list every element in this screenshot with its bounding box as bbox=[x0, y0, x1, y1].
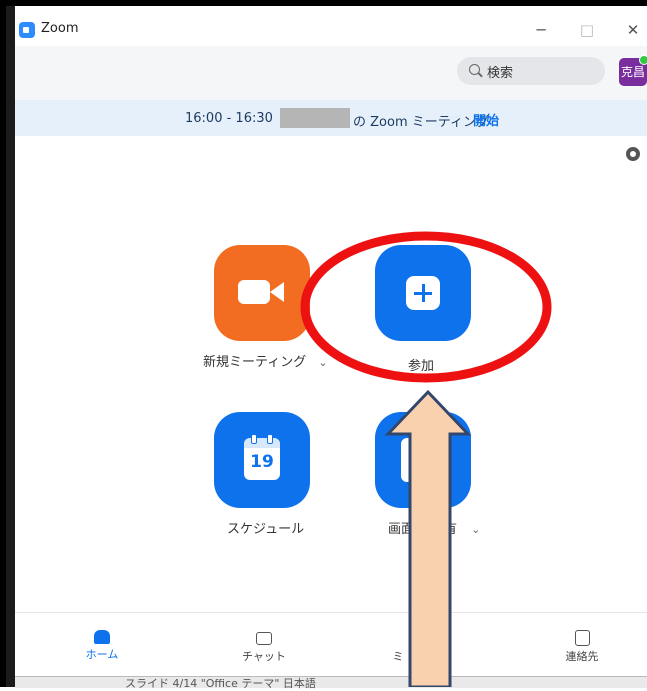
online-status-dot bbox=[639, 55, 647, 65]
start-meeting-link[interactable]: 開始 bbox=[473, 110, 499, 129]
contacts-icon bbox=[574, 630, 590, 646]
upcoming-meeting-banner: 16:00 - 16:30 の Zoom ミーティング 開始 bbox=[15, 100, 647, 136]
schedule-button[interactable]: 19 bbox=[214, 412, 310, 508]
schedule-label: スケジュール bbox=[227, 522, 305, 537]
maximize-button[interactable]: □ bbox=[573, 18, 601, 42]
nav-meetings-label: ミ bbox=[392, 650, 404, 663]
taskbar-text: スライド 4/14 "Office テーマ" 日本語 bbox=[125, 677, 316, 690]
gear-icon[interactable] bbox=[626, 147, 640, 161]
video-camera-lens-icon bbox=[270, 282, 284, 302]
search-box[interactable]: 検索 bbox=[457, 57, 605, 85]
nav-chat-label: チャット bbox=[242, 650, 286, 663]
calendar-icon: 19 bbox=[244, 434, 280, 480]
search-label: 検索 bbox=[487, 66, 514, 81]
nav-meetings[interactable]: ミ bbox=[388, 648, 408, 664]
taskbar-strip: スライド 4/14 "Office テーマ" 日本語 bbox=[15, 676, 647, 690]
calendar-day: 19 bbox=[250, 452, 274, 472]
zoom-logo-icon bbox=[19, 22, 35, 38]
home-icon bbox=[94, 630, 110, 644]
share-screen-text: 画面 bbox=[388, 522, 415, 537]
left-background-strip bbox=[6, 6, 15, 687]
minimize-button[interactable]: ─ bbox=[527, 18, 555, 42]
plus-icon bbox=[406, 276, 440, 310]
meeting-time: 16:00 - 16:30 bbox=[185, 111, 273, 126]
redacted-name bbox=[280, 108, 350, 128]
join-button[interactable] bbox=[375, 245, 471, 341]
app-title: Zoom bbox=[41, 21, 79, 36]
join-label: 参加 bbox=[408, 359, 435, 374]
nav-contacts[interactable]: 連絡先 bbox=[558, 630, 606, 664]
share-screen-icon bbox=[401, 438, 445, 482]
search-icon bbox=[469, 64, 480, 75]
video-camera-icon bbox=[238, 280, 270, 304]
chat-bubble-icon bbox=[256, 632, 272, 645]
title-bar: Zoom ─ □ ✕ bbox=[15, 14, 647, 46]
bottom-divider bbox=[15, 612, 647, 613]
new-meeting-label: 新規ミーティング ⌄ bbox=[203, 351, 328, 370]
new-meeting-button[interactable] bbox=[214, 245, 310, 341]
chevron-down-icon[interactable]: ⌄ bbox=[471, 523, 480, 536]
share-screen-label: 画面 有 ⌄ bbox=[388, 518, 480, 537]
share-screen-text-tail: 有 bbox=[444, 522, 458, 537]
nav-contacts-label: 連絡先 bbox=[565, 650, 599, 663]
nav-chat[interactable]: チャット bbox=[240, 632, 288, 664]
close-button[interactable]: ✕ bbox=[619, 18, 647, 42]
meeting-text: の Zoom ミーティング bbox=[353, 115, 489, 130]
new-meeting-text: 新規ミーティング bbox=[203, 355, 307, 370]
chevron-down-icon[interactable]: ⌄ bbox=[318, 356, 327, 369]
top-bar: 検索 克昌 bbox=[15, 46, 647, 100]
share-screen-button[interactable] bbox=[375, 412, 471, 508]
nav-home-label: ホーム bbox=[85, 648, 119, 661]
nav-home[interactable]: ホーム bbox=[80, 630, 124, 662]
